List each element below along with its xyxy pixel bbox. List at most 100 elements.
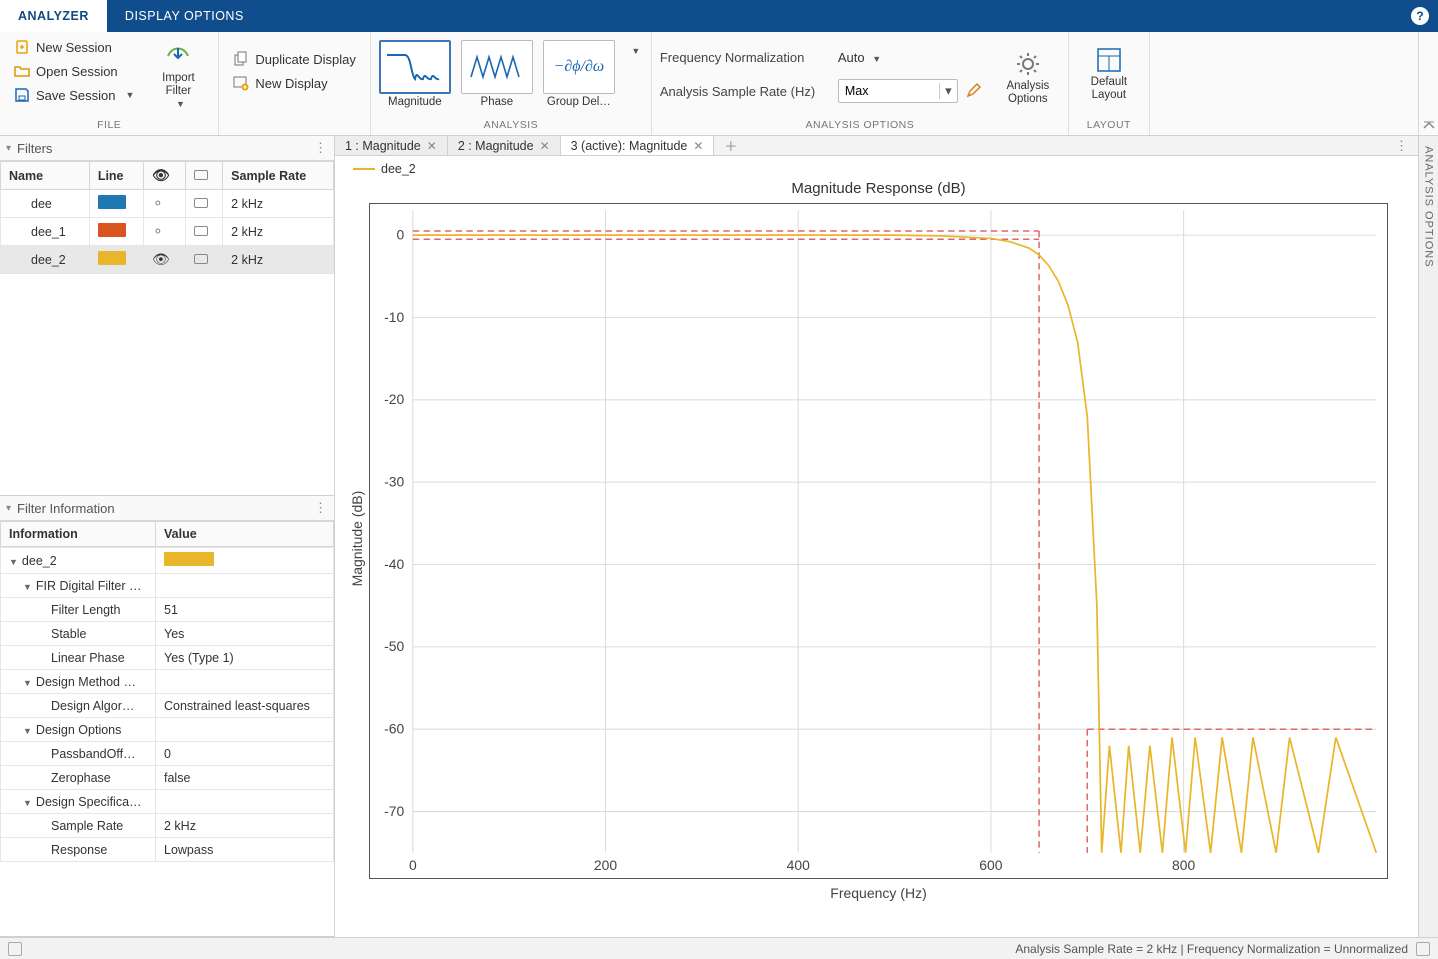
- svg-text:-70: -70: [384, 803, 404, 819]
- svg-text:-30: -30: [384, 473, 404, 489]
- table-row[interactable]: ResponseLowpass: [1, 838, 334, 862]
- table-row[interactable]: ▼Design Specifica…: [1, 790, 334, 814]
- filters-table: Name Line 👁 Sample Rate dee⚬2 kHzdee_1⚬2…: [0, 161, 334, 274]
- status-left-icon[interactable]: [8, 942, 22, 956]
- col-name[interactable]: Name: [1, 162, 90, 190]
- analysis-options-collapsed-label: ANALYSIS OPTIONS: [1423, 146, 1435, 268]
- freq-norm-label: Frequency Normalization: [660, 50, 830, 65]
- table-row[interactable]: StableYes: [1, 622, 334, 646]
- save-session-button[interactable]: Save Session ▼: [8, 84, 140, 106]
- chevron-down-icon[interactable]: ▼: [176, 99, 185, 109]
- freq-norm-dropdown[interactable]: Auto ▼: [838, 50, 881, 65]
- close-icon[interactable]: ✕: [540, 139, 550, 153]
- group-label-analysis: ANALYSIS: [379, 117, 643, 135]
- col-eye[interactable]: 👁: [143, 162, 185, 190]
- default-layout-label: Default Layout: [1091, 76, 1127, 101]
- col-information[interactable]: Information: [1, 522, 156, 547]
- table-row[interactable]: ▼Design Method …: [1, 670, 334, 694]
- chevron-down-icon[interactable]: ▼: [126, 90, 135, 100]
- svg-text:-60: -60: [384, 720, 404, 736]
- tab-display-options[interactable]: DISPLAY OPTIONS: [107, 0, 262, 32]
- layout-icon: [1095, 46, 1123, 74]
- import-filter-button[interactable]: Import Filter ▼: [146, 36, 210, 115]
- new-display-button[interactable]: New Display: [227, 72, 361, 94]
- doc-tab[interactable]: 2 : Magnitude✕: [448, 136, 561, 155]
- default-layout-button[interactable]: Default Layout: [1077, 40, 1141, 107]
- chevron-down-icon: ▼: [631, 46, 640, 56]
- filters-panel-menu[interactable]: ⋮: [314, 140, 328, 156]
- analysis-options-label: Analysis Options: [1006, 80, 1049, 105]
- phase-plot-button[interactable]: [461, 40, 533, 94]
- link-icon[interactable]: [194, 254, 208, 264]
- ribbon-collapse-button[interactable]: [1418, 32, 1438, 135]
- table-row[interactable]: Linear PhaseYes (Type 1): [1, 646, 334, 670]
- help-button[interactable]: ?: [1402, 0, 1438, 32]
- eye-icon[interactable]: 👁: [152, 251, 170, 267]
- table-row[interactable]: Sample Rate2 kHz: [1, 814, 334, 838]
- magnitude-chart[interactable]: 02004006008000-10-20-30-40-50-60-70: [369, 203, 1388, 879]
- floppy-disk-icon: [14, 87, 30, 103]
- link-icon[interactable]: [194, 198, 208, 208]
- magnitude-label: Magnitude: [388, 96, 442, 108]
- status-text: Analysis Sample Rate = 2 kHz | Frequency…: [1015, 942, 1408, 956]
- filters-panel-header[interactable]: ▾ Filters ⋮: [0, 136, 334, 161]
- open-session-button[interactable]: Open Session: [8, 60, 140, 82]
- table-row[interactable]: Zerophasefalse: [1, 766, 334, 790]
- analysis-options-collapsed-panel[interactable]: ANALYSIS OPTIONS: [1418, 136, 1438, 937]
- magnitude-plot-button[interactable]: [379, 40, 451, 94]
- table-row[interactable]: Filter Length51: [1, 598, 334, 622]
- close-icon[interactable]: ✕: [693, 139, 703, 153]
- edit-pencil-icon[interactable]: [966, 82, 982, 101]
- svg-text:200: 200: [594, 857, 617, 873]
- table-row[interactable]: ▼Design Options: [1, 718, 334, 742]
- analysis-more-button[interactable]: ▼: [625, 40, 643, 62]
- table-row[interactable]: dee_1⚬2 kHz: [1, 218, 334, 246]
- table-row[interactable]: Design Algor…Constrained least-squares: [1, 694, 334, 718]
- eye-icon[interactable]: ⚬: [152, 223, 164, 239]
- duplicate-display-label: Duplicate Display: [255, 52, 355, 67]
- doc-tab[interactable]: 3 (active): Magnitude✕: [561, 136, 715, 155]
- info-panel-header[interactable]: ▾ Filter Information ⋮: [0, 496, 334, 521]
- tabs-menu-button[interactable]: ⋮: [1385, 138, 1418, 154]
- table-row[interactable]: dee⚬2 kHz: [1, 190, 334, 218]
- help-icon: ?: [1411, 7, 1429, 25]
- close-icon[interactable]: ✕: [427, 139, 437, 153]
- table-row[interactable]: ▼FIR Digital Filter …: [1, 574, 334, 598]
- col-sample-rate[interactable]: Sample Rate: [223, 162, 334, 190]
- legend-line-icon: [353, 168, 375, 170]
- col-value[interactable]: Value: [156, 522, 334, 547]
- link-icon: [194, 170, 208, 180]
- new-session-button[interactable]: New Session: [8, 36, 140, 58]
- tab-analyzer[interactable]: ANALYZER: [0, 0, 107, 32]
- chevron-up-icon: [1423, 121, 1435, 129]
- duplicate-display-button[interactable]: Duplicate Display: [227, 48, 361, 70]
- table-row[interactable]: ▼dee_2: [1, 548, 334, 574]
- add-tab-button[interactable]: ＋: [714, 136, 747, 155]
- group-label-layout: LAYOUT: [1077, 117, 1141, 135]
- filters-panel-title: Filters: [17, 141, 52, 156]
- document-tabs: 1 : Magnitude✕2 : Magnitude✕3 (active): …: [335, 136, 1418, 156]
- col-link[interactable]: [185, 162, 222, 190]
- svg-text:0: 0: [397, 226, 405, 242]
- doc-tab[interactable]: 1 : Magnitude✕: [335, 136, 448, 155]
- new-display-icon: [233, 75, 249, 91]
- group-label-file: FILE: [8, 117, 210, 135]
- link-icon[interactable]: [194, 226, 208, 236]
- eye-icon: 👁: [152, 167, 170, 183]
- group-delay-label: Group Del…: [547, 96, 611, 108]
- sample-rate-input[interactable]: [839, 84, 939, 98]
- info-panel-menu[interactable]: ⋮: [314, 500, 328, 516]
- chevron-down-icon[interactable]: ▾: [939, 83, 957, 99]
- col-line[interactable]: Line: [89, 162, 143, 190]
- status-right-icon[interactable]: [1416, 942, 1430, 956]
- svg-text:-50: -50: [384, 638, 404, 654]
- sample-rate-combo[interactable]: ▾: [838, 79, 958, 103]
- analysis-options-button[interactable]: Analysis Options: [996, 44, 1060, 111]
- import-icon: [164, 42, 192, 70]
- group-delay-plot-button[interactable]: −∂ϕ/∂ω: [543, 40, 615, 94]
- table-row[interactable]: dee_2👁2 kHz: [1, 246, 334, 274]
- svg-text:-40: -40: [384, 556, 404, 572]
- legend-series-label: dee_2: [381, 162, 416, 176]
- eye-icon[interactable]: ⚬: [152, 195, 164, 211]
- table-row[interactable]: PassbandOff…0: [1, 742, 334, 766]
